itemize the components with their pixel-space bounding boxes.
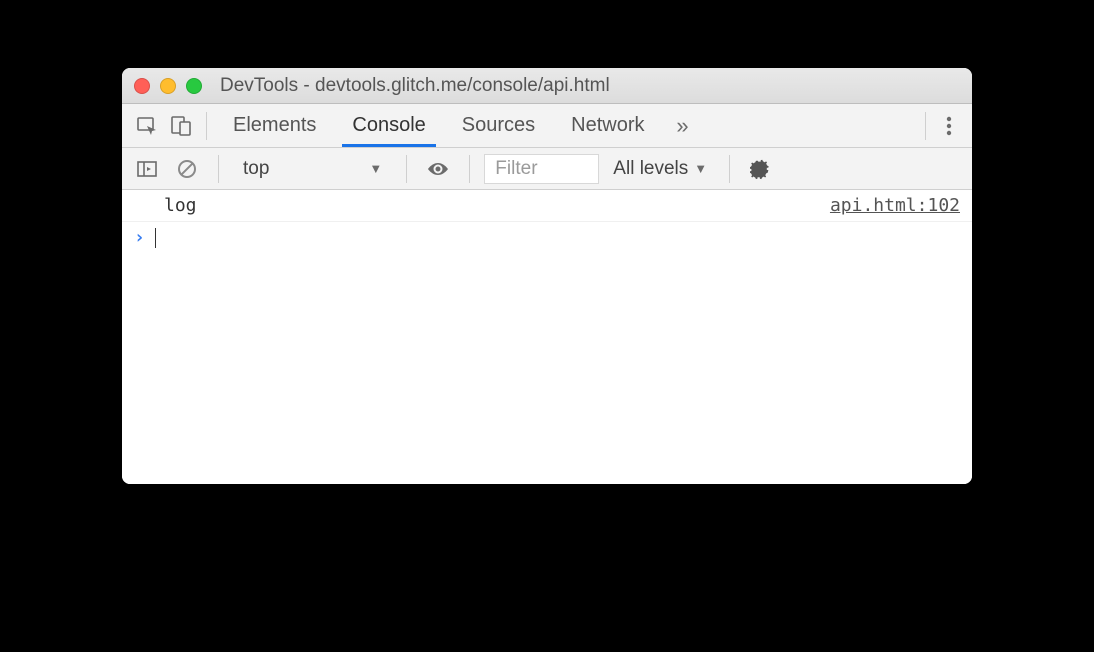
live-expression-icon[interactable]	[421, 152, 455, 186]
log-levels-selector[interactable]: All levels ▼	[605, 158, 715, 180]
minimize-window-button[interactable]	[160, 78, 176, 94]
divider	[406, 155, 407, 183]
zoom-window-button[interactable]	[186, 78, 202, 94]
main-tabbar: Elements Console Sources Network »	[122, 104, 972, 148]
text-cursor	[155, 228, 157, 248]
filter-input[interactable]	[484, 154, 599, 184]
divider	[206, 112, 207, 140]
tab-console[interactable]: Console	[334, 104, 443, 147]
tab-sources[interactable]: Sources	[444, 104, 553, 147]
tabs-overflow-button[interactable]: »	[663, 104, 703, 147]
context-label: top	[243, 158, 269, 180]
device-toolbar-icon[interactable]	[164, 109, 198, 143]
divider	[469, 155, 470, 183]
levels-label: All levels	[613, 158, 688, 180]
console-settings-icon[interactable]	[744, 158, 778, 180]
divider	[729, 155, 730, 183]
chevron-down-icon: ▼	[369, 161, 382, 176]
console-prompt[interactable]: ›	[122, 222, 972, 253]
divider	[218, 155, 219, 183]
console-toolbar: top ▼ All levels ▼	[122, 148, 972, 190]
devtools-window: DevTools - devtools.glitch.me/console/ap…	[122, 68, 972, 484]
window-controls	[134, 78, 202, 94]
console-output: log api.html:102 ›	[122, 190, 972, 484]
main-menu-icon[interactable]	[934, 115, 964, 137]
console-log-row[interactable]: log api.html:102	[122, 190, 972, 222]
window-title: DevTools - devtools.glitch.me/console/ap…	[220, 75, 610, 97]
tab-elements[interactable]: Elements	[215, 104, 334, 147]
clear-console-icon[interactable]	[170, 152, 204, 186]
log-message: log	[164, 195, 197, 216]
context-selector[interactable]: top ▼	[233, 154, 392, 184]
titlebar: DevTools - devtools.glitch.me/console/ap…	[122, 68, 972, 104]
close-window-button[interactable]	[134, 78, 150, 94]
toggle-sidebar-icon[interactable]	[130, 152, 164, 186]
tab-network[interactable]: Network	[553, 104, 662, 147]
prompt-chevron-icon: ›	[134, 227, 145, 248]
chevron-down-icon: ▼	[694, 161, 707, 176]
inspect-element-icon[interactable]	[130, 109, 164, 143]
divider	[925, 112, 926, 140]
panel-tabs: Elements Console Sources Network »	[215, 104, 703, 147]
log-source-link[interactable]: api.html:102	[830, 195, 960, 216]
